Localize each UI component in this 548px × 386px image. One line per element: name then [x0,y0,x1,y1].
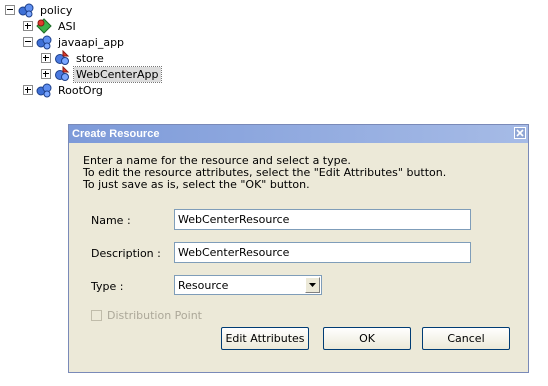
tree-node-asi[interactable]: ASI [23,18,78,34]
instruction-line: To just save as is, select the "OK" butt… [83,178,310,191]
tree-node-rootorg[interactable]: RootOrg [23,82,105,98]
tree-node-javaapi-app[interactable]: javaapi_app [23,34,126,50]
expand-icon[interactable] [23,85,33,95]
type-select-value: Resource [178,278,229,292]
dropdown-arrow-icon[interactable] [305,277,320,293]
dialog-title: Create Resource [72,128,160,140]
description-input[interactable] [174,242,471,263]
cancel-button[interactable]: Cancel [422,327,510,350]
description-label: Description : [91,247,161,260]
collapse-icon[interactable] [5,5,15,15]
distribution-point-checkbox [91,310,102,321]
expand-icon[interactable] [23,21,33,31]
type-select[interactable]: Resource [174,275,322,295]
distribution-point-label: Distribution Point [107,309,202,322]
type-label: Type : [91,280,124,293]
expand-icon[interactable] [41,53,51,63]
close-icon [516,129,524,137]
policy-folder-icon [18,3,34,18]
name-input[interactable] [174,209,471,230]
name-label: Name : [91,214,131,227]
collapse-icon[interactable] [23,37,33,47]
resource-icon [55,66,70,81]
tree-node-webcenterapp[interactable]: WebCenterApp [41,65,162,83]
tree-node-label: WebCenterApp [73,65,162,83]
policy-folder-icon [36,35,52,50]
tree-node-label: javaapi_app [58,35,125,49]
close-button[interactable] [514,127,526,139]
application-icon [36,18,52,34]
tree-node-label: store [76,51,104,65]
tree-node-label: RootOrg [58,83,103,97]
edit-attributes-button[interactable]: Edit Attributes [221,327,309,350]
create-resource-dialog: Create Resource Enter a name for the res… [68,124,529,373]
resource-icon [55,50,70,65]
screen: policy ASI javaapi_app store WebCenterAp… [0,0,548,386]
ok-button[interactable]: OK [323,327,411,350]
expand-icon[interactable] [41,69,51,79]
policy-folder-icon [36,83,52,98]
distribution-point-checkbox-row: Distribution Point [91,309,202,322]
tree-node-label: ASI [58,19,76,33]
tree-node-policy[interactable]: policy [5,2,74,18]
tree-node-label: policy [40,3,73,17]
tree-node-store[interactable]: store [41,50,106,66]
dialog-instructions: Enter a name for the resource and select… [83,155,446,191]
dialog-titlebar[interactable]: Create Resource [69,125,528,143]
